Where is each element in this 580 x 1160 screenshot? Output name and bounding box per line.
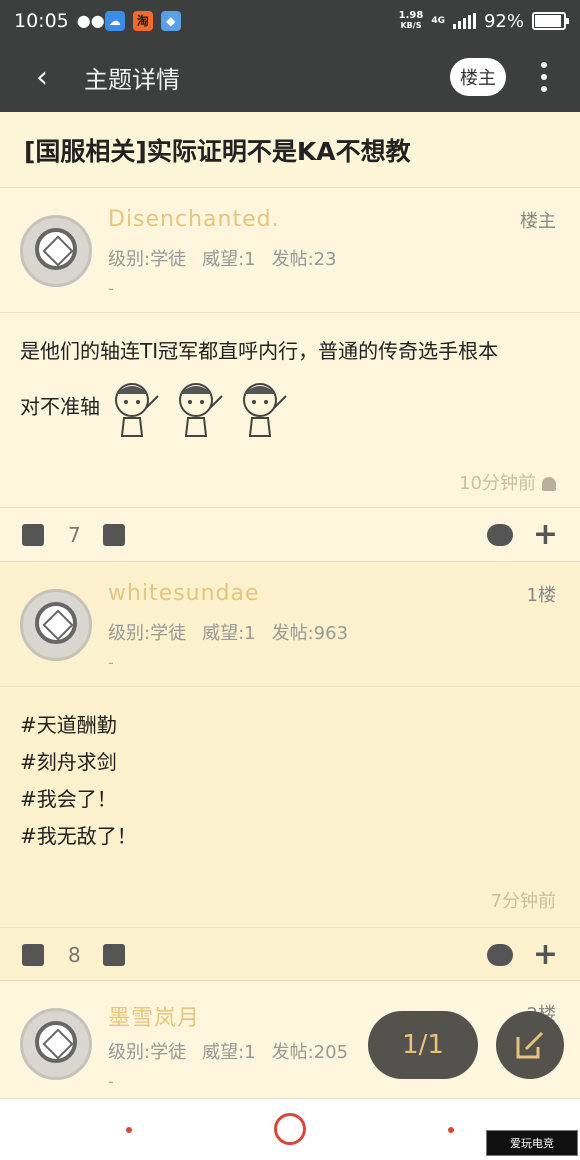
reply-button[interactable]	[486, 523, 513, 546]
page-title: 主题详情	[84, 65, 180, 94]
post-actions: 7 +	[0, 507, 580, 561]
network-speed: 1.98 KB/S	[398, 10, 424, 31]
add-button[interactable]: +	[533, 517, 558, 552]
app-bar: ‹ 主题详情 楼主	[0, 42, 580, 112]
dislike-button[interactable]	[102, 943, 125, 966]
post-time: 7分钟前	[490, 891, 556, 912]
android-icon	[542, 477, 556, 491]
nav-menu-dot[interactable]	[126, 1127, 132, 1133]
reply-button[interactable]	[486, 943, 513, 966]
floor-label: 楼主	[520, 211, 556, 232]
home-button[interactable]	[274, 1113, 306, 1145]
dislike-button[interactable]	[102, 523, 125, 546]
chevron-left-icon: ‹	[36, 59, 48, 95]
battery-icon	[532, 12, 569, 30]
avatar[interactable]	[20, 215, 92, 287]
post-header: 墨雪岚月 2楼 级别:学徒威望:1发帖:205 -	[0, 982, 580, 1098]
post-time: 10分钟前	[459, 469, 556, 495]
thumbs-up-icon	[22, 943, 44, 966]
sticker-image	[106, 378, 162, 438]
taobao-icon: 淘	[132, 11, 153, 31]
post-header: Disenchanted. 楼主 级别:学徒 威望:1 发帖:23 -	[0, 189, 580, 313]
username[interactable]: whitesundae	[108, 581, 260, 606]
cloud-icon: ☁	[104, 11, 125, 31]
comment-icon	[486, 943, 513, 966]
shield-icon: ◆	[160, 11, 181, 31]
signature: -	[108, 1072, 114, 1091]
avatar[interactable]	[20, 1008, 92, 1080]
like-count: 7	[68, 522, 81, 547]
comment-icon	[486, 523, 513, 546]
user-meta: 级别:学徒 威望:1 发帖:963	[108, 623, 349, 644]
like-button[interactable]	[22, 523, 44, 546]
add-button[interactable]: +	[533, 937, 558, 972]
post-op: Disenchanted. 楼主 级别:学徒 威望:1 发帖:23 - 是他们的轴连…	[0, 189, 580, 562]
user-meta: 级别:学徒 威望:1 发帖:205	[108, 1042, 349, 1063]
avatar[interactable]	[20, 589, 92, 661]
sticker-image	[170, 378, 226, 438]
watermark-logo: 爱玩电竞	[486, 1130, 578, 1156]
network-type: 4G	[431, 16, 445, 26]
post-floor-2: 墨雪岚月 2楼 级别:学徒威望:1发帖:205 -	[0, 982, 580, 1098]
wechat-icon: ●●	[76, 11, 105, 30]
edit-icon	[516, 1031, 544, 1059]
op-only-button[interactable]: 楼主	[450, 58, 506, 96]
signature: -	[108, 653, 114, 672]
signal-icon	[452, 13, 476, 29]
topic-title: [国服相关]实际证明不是KA不想教	[0, 112, 580, 188]
username[interactable]: 墨雪岚月	[108, 1000, 200, 1032]
thumbs-down-icon	[102, 523, 125, 546]
post-header: whitesundae 1楼 级别:学徒 威望:1 发帖:963 -	[0, 563, 580, 687]
like-button[interactable]	[22, 943, 44, 966]
post-actions: 8 +	[0, 927, 580, 981]
post-content: #天道酬勤 #刻舟求剑 #我会了！ #我无敌了！	[20, 713, 137, 848]
sticker-image	[234, 378, 290, 438]
post-content: 是他们的轴连TI冠军都直呼内行，普通的传奇选手根本 对不准轴	[0, 313, 580, 438]
status-bar: 10:05 ●● ☁ 淘 ◆ 1.98 KB/S 4G 92%	[0, 0, 580, 42]
user-meta: 级别:学徒 威望:1 发帖:23	[108, 249, 337, 270]
post-floor-1: whitesundae 1楼 级别:学徒 威望:1 发帖:963 - #天道酬勤 #…	[0, 563, 580, 981]
thumbs-up-icon	[22, 523, 44, 546]
status-time: 10:05	[14, 10, 69, 32]
signature: -	[108, 279, 114, 298]
username[interactable]: Disenchanted.	[108, 207, 280, 232]
more-menu-icon[interactable]	[526, 62, 562, 92]
battery-percent: 92%	[483, 10, 524, 32]
page-indicator-button[interactable]: 1/1	[368, 1011, 478, 1079]
back-button[interactable]: ‹	[0, 60, 84, 95]
thumbs-down-icon	[102, 943, 125, 966]
like-count: 8	[68, 942, 81, 967]
compose-reply-button[interactable]	[496, 1011, 564, 1079]
floor-label: 1楼	[526, 585, 556, 606]
nav-back-dot[interactable]	[448, 1127, 454, 1133]
